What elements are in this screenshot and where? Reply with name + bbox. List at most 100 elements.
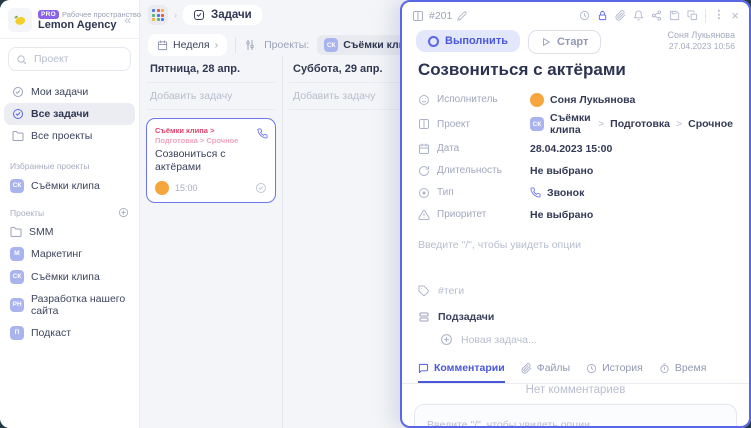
projects-section-title: Проекты	[0, 197, 139, 221]
panel-actions: Выполнить Старт Соня Лукьянова 27.04.202…	[402, 26, 749, 54]
created-timestamp: 27.04.2023 10:56	[667, 41, 735, 51]
project-badge: П	[10, 326, 24, 340]
calendar-icon	[157, 40, 168, 51]
tags-row[interactable]: #теги	[402, 261, 749, 297]
sidebar-project-smm[interactable]: SMM	[0, 221, 139, 242]
tab-files[interactable]: Файлы	[521, 362, 570, 383]
call-type-phone-icon	[257, 126, 268, 144]
filter-sliders-icon[interactable]	[244, 39, 256, 51]
tab-comments[interactable]: Комментарии	[418, 362, 505, 383]
circle-check-icon	[12, 108, 24, 120]
kebab-menu-icon[interactable]: ⋮	[713, 10, 724, 21]
search-input[interactable]	[32, 52, 123, 66]
author-name: Соня Лукьянова	[667, 30, 735, 40]
workspace-name: Lemon Agency	[38, 19, 118, 31]
sidebar-item-all-projects[interactable]: Все проекты	[4, 125, 135, 147]
comment-input[interactable]	[425, 418, 726, 428]
sidebar-item-all-tasks[interactable]: Все задачи	[4, 103, 135, 125]
bell-icon[interactable]	[633, 10, 644, 21]
task-title[interactable]: Созвониться с актёрами	[402, 54, 749, 88]
field-date[interactable]: Дата 28.04.2023 15:00	[418, 139, 733, 158]
play-icon	[541, 37, 551, 47]
week-view-button[interactable]: Неделя ›	[148, 34, 227, 56]
favorite-project-item[interactable]: СК Съёмки клипа	[0, 174, 139, 197]
task-card-breadcrumb: Съёмки клипа > Подготовка > Срочное	[155, 126, 267, 146]
smiley-icon	[418, 94, 430, 106]
board-icon	[412, 10, 424, 22]
task-card[interactable]: Съёмки клипа > Подготовка > Срочное Созв…	[146, 118, 276, 203]
panel-tabs: Комментарии Файлы История Время	[402, 346, 749, 384]
tab-tasks[interactable]: Задачи	[183, 5, 262, 25]
workspace-header[interactable]: PRO Рабочее пространство Lemon Agency «	[0, 0, 139, 39]
tab-time[interactable]: Время	[659, 362, 707, 383]
field-assignee[interactable]: Исполнитель Соня Лукьянова	[418, 90, 733, 109]
history-clock-icon	[586, 363, 597, 374]
chevron-right-icon: ›	[215, 39, 219, 51]
assignee-avatar	[155, 181, 169, 195]
sidebar-project-website[interactable]: РН Разработка нашего сайта	[0, 288, 139, 321]
save-template-icon[interactable]	[669, 10, 680, 21]
description-placeholder[interactable]: Введите "/", чтобы увидеть опции	[402, 229, 749, 261]
field-duration[interactable]: Длительность Не выбрано	[418, 161, 733, 180]
paperclip-icon[interactable]	[615, 10, 626, 21]
apps-grid-icon[interactable]	[148, 5, 168, 25]
sidebar-project-podcast[interactable]: П Подкаст	[0, 321, 139, 344]
new-subtask-placeholder: Новая задача...	[461, 334, 537, 346]
sidebar-item-my-tasks[interactable]: Мои задачи	[4, 81, 135, 103]
tab-history[interactable]: История	[586, 362, 643, 383]
panel-header: #201 ⋮ ×	[402, 2, 749, 26]
complete-circle-icon[interactable]	[255, 182, 267, 194]
pro-badge: PRO	[38, 10, 59, 19]
subtasks-icon	[418, 311, 430, 323]
project-badge: СК	[530, 117, 544, 131]
complete-button[interactable]: Выполнить	[416, 30, 520, 52]
field-type[interactable]: Тип Звонок	[418, 183, 733, 202]
project-badge: РН	[10, 298, 24, 312]
start-timer-button[interactable]: Старт	[528, 30, 601, 54]
share-nodes-icon[interactable]	[651, 10, 662, 21]
project-badge: СК	[10, 270, 24, 284]
filter-label: Проекты:	[264, 39, 309, 51]
board-icon	[418, 118, 430, 130]
day-column-title: Пятница, 28 апр.	[146, 56, 276, 83]
close-icon[interactable]: ×	[731, 9, 739, 22]
add-task-placeholder[interactable]: Добавить задачу	[146, 83, 276, 110]
call-type-phone-icon	[530, 187, 541, 198]
calendar-icon	[418, 143, 430, 155]
duration-clock-icon	[418, 165, 430, 177]
type-target-icon	[418, 187, 430, 199]
favorites-section-title: Избранные проекты	[0, 151, 139, 174]
new-subtask-row[interactable]: Новая задача...	[440, 333, 733, 346]
field-project[interactable]: Проект СК Съёмки клипа > Подготовка > Ср…	[418, 112, 733, 136]
duplicate-icon[interactable]	[687, 10, 698, 21]
lock-icon[interactable]	[597, 10, 608, 21]
tags-placeholder: #теги	[438, 285, 464, 297]
sidebar: PRO Рабочее пространство Lemon Agency « …	[0, 0, 140, 428]
sidebar-project-marketing[interactable]: М Маркетинг	[0, 242, 139, 265]
stopwatch-icon	[659, 363, 670, 374]
task-id: #201	[429, 10, 452, 22]
project-badge: СК	[10, 179, 24, 193]
timer-icon[interactable]	[579, 10, 590, 21]
day-column-friday: Пятница, 28 апр. Добавить задачу Съёмки …	[140, 56, 283, 428]
subtasks-title: Подзадачи	[418, 311, 733, 323]
sidebar-project-video-shoot[interactable]: СК Съёмки клипа	[0, 265, 139, 288]
sidebar-collapse-icon[interactable]: «	[124, 13, 131, 27]
field-priority[interactable]: Приоритет Не выбрано	[418, 205, 733, 224]
plus-circle-icon	[440, 333, 453, 346]
paperclip-icon	[521, 363, 532, 374]
assignee-avatar	[530, 93, 544, 107]
folder-icon	[10, 226, 22, 238]
circle-check-icon	[12, 86, 24, 98]
project-badge: СК	[324, 38, 338, 52]
search-icon	[16, 54, 27, 65]
task-card-title: Созвониться с актёрами	[155, 148, 267, 174]
comment-input-box[interactable]	[414, 404, 737, 428]
task-fields: Исполнитель Соня Лукьянова Проект СК Съё…	[402, 88, 749, 229]
add-project-icon[interactable]	[118, 207, 129, 218]
workspace-logo-lemon-icon	[8, 8, 32, 32]
edit-pencil-icon[interactable]	[457, 11, 467, 21]
no-comments-message: Нет комментариев	[402, 384, 749, 396]
project-search[interactable]	[8, 47, 131, 71]
task-author-info: Соня Лукьянова 27.04.2023 10:56	[667, 30, 735, 51]
